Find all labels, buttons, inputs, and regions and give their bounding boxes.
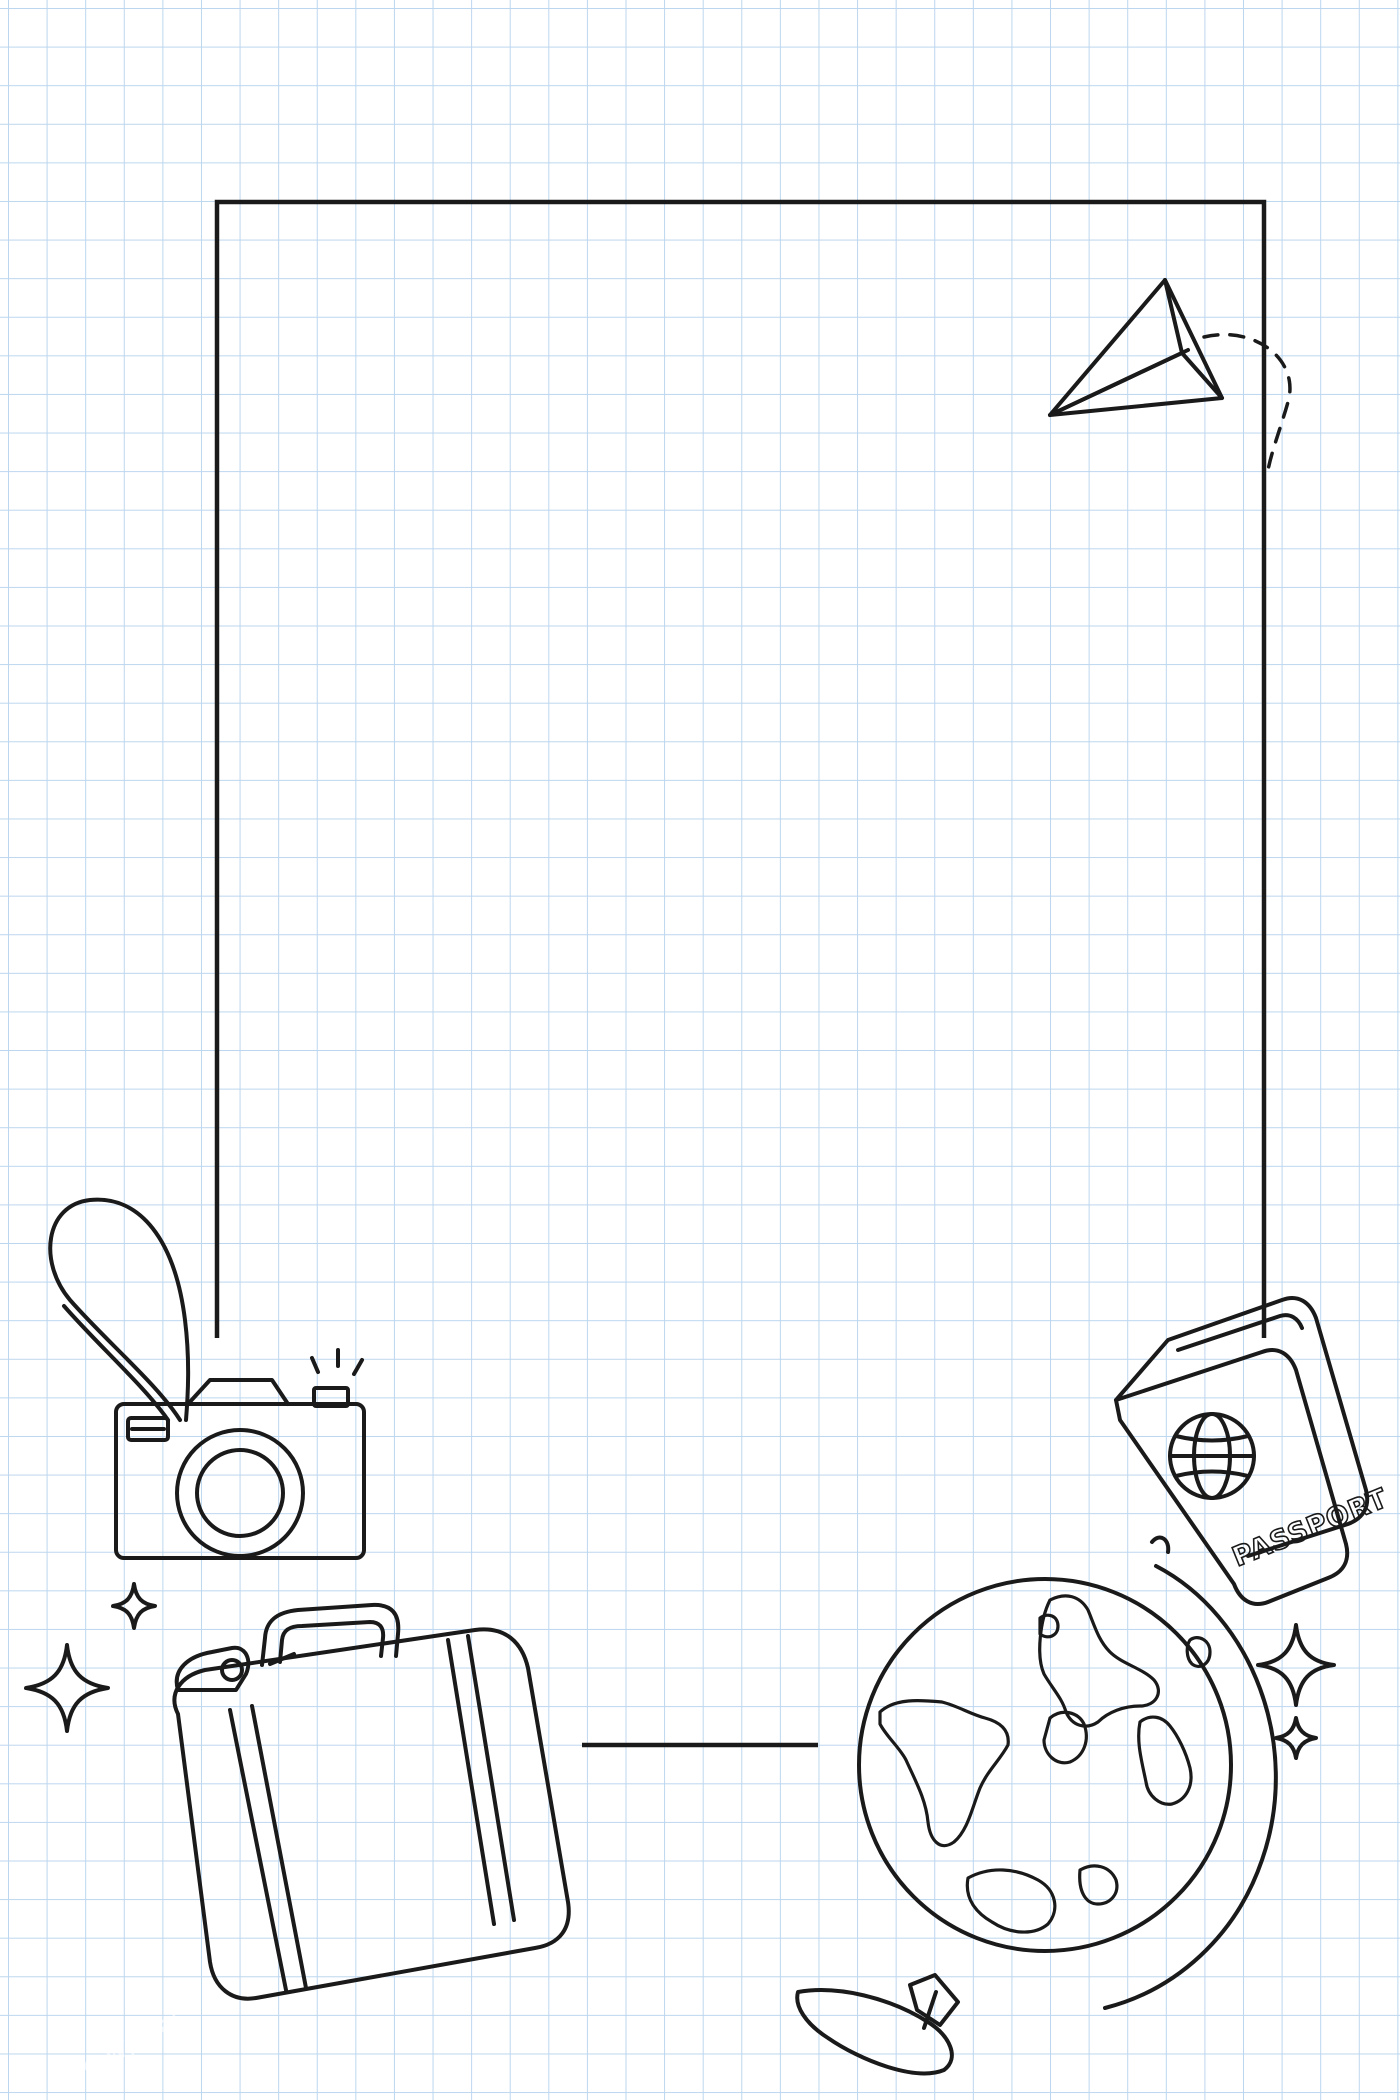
globe-continent <box>1078 1864 1119 1906</box>
globe-continent <box>1038 1594 1160 1728</box>
passport-icon: PASSPORT <box>1114 1296 1393 1606</box>
globe-continent <box>965 1868 1057 1934</box>
suitcase-icon <box>172 1602 571 2001</box>
globe-continent <box>878 1698 1010 1848</box>
frame-left-top-right <box>214 199 1267 1338</box>
camera-strap <box>48 1197 191 1422</box>
blank-frame <box>214 199 1267 1748</box>
passport-cover-text: PASSPORT <box>1228 1483 1392 1573</box>
paper-plane-icon <box>1048 278 1292 472</box>
travel-doodle-artwork: PASSPORT rawpixel <box>24 199 1393 2083</box>
camera-icon <box>48 1197 366 1560</box>
grid-paper-canvas: PASSPORT rawpixel <box>0 0 1400 2100</box>
globe-icon <box>795 1535 1278 2076</box>
rawpixel-watermark: rawpixel <box>76 2005 187 2083</box>
globe-continent <box>1137 1715 1193 1806</box>
globe-continent <box>1042 1710 1088 1765</box>
plane-trail <box>1202 332 1292 472</box>
